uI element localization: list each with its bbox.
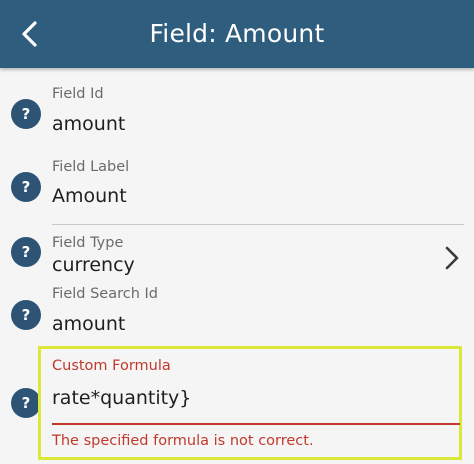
page-title: Field: Amount [149, 19, 325, 48]
custom-formula-input[interactable] [52, 384, 452, 412]
divider [52, 224, 464, 225]
app-header: Field: Amount [0, 0, 474, 68]
help-icon[interactable]: ? [11, 172, 41, 202]
field-type-value[interactable]: currency [52, 254, 135, 276]
field-label-value: Amount [52, 185, 127, 207]
field-search-id-label: Field Search Id [52, 286, 158, 302]
formula-input-underline [52, 423, 460, 425]
help-icon[interactable]: ? [11, 237, 41, 267]
field-search-id-value: amount [52, 313, 126, 335]
custom-formula-label: Custom Formula [52, 358, 171, 374]
help-icon[interactable]: ? [11, 300, 41, 330]
field-type-label: Field Type [52, 235, 124, 251]
field-label-label: Field Label [52, 159, 130, 175]
help-icon[interactable]: ? [11, 388, 41, 418]
field-id-value: amount [52, 113, 126, 135]
field-id-label: Field Id [52, 86, 104, 102]
chevron-right-icon[interactable] [440, 244, 464, 272]
help-icon[interactable]: ? [11, 99, 41, 129]
formula-error-message: The specified formula is not correct. [52, 433, 314, 449]
